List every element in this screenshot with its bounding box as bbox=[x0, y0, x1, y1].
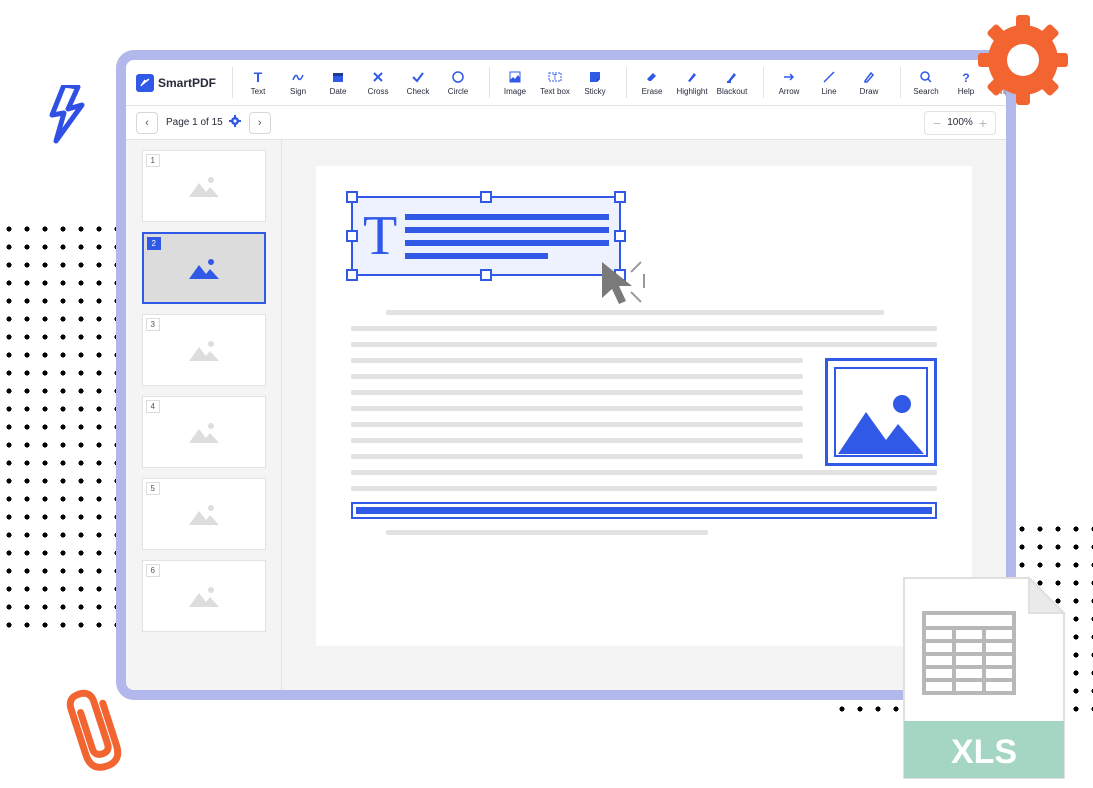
selected-text-line[interactable] bbox=[351, 502, 937, 519]
textbox-icon: T bbox=[547, 69, 563, 85]
highlight-icon bbox=[684, 69, 700, 85]
logo-icon bbox=[136, 74, 154, 92]
selected-text-element[interactable]: T bbox=[351, 196, 621, 276]
svg-text:T: T bbox=[553, 73, 558, 82]
tool-draw[interactable]: Draw bbox=[850, 67, 888, 98]
check-icon bbox=[410, 69, 426, 85]
prev-page-button[interactable]: ‹ bbox=[136, 112, 158, 134]
resize-handle-tr[interactable] bbox=[614, 191, 626, 203]
thumbnail-3[interactable]: 3 bbox=[142, 314, 266, 386]
body-text-lines bbox=[351, 530, 937, 535]
zoom-control: − 100% + bbox=[924, 111, 996, 135]
tool-arrow[interactable]: Arrow bbox=[770, 67, 808, 98]
text-content-lines bbox=[405, 214, 609, 259]
line-icon bbox=[821, 69, 837, 85]
body-text-lines bbox=[351, 310, 937, 347]
tool-sign[interactable]: Sign bbox=[279, 67, 317, 98]
toolbar: SmartPDF TText Sign Date Cross Check Cir… bbox=[126, 60, 1006, 106]
tool-cross[interactable]: Cross bbox=[359, 67, 397, 98]
gear-icon bbox=[978, 15, 1068, 105]
tool-textbox[interactable]: TText box bbox=[536, 67, 574, 98]
page-settings-icon[interactable] bbox=[229, 115, 241, 130]
svg-text:?: ? bbox=[962, 71, 969, 84]
circle-icon bbox=[450, 69, 466, 85]
subbar: ‹ Page 1 of 15 › − 100% + bbox=[126, 106, 1006, 140]
thumbnail-2[interactable]: 2 bbox=[142, 232, 266, 304]
image-placeholder-icon bbox=[836, 390, 926, 455]
image-element[interactable] bbox=[825, 358, 937, 466]
cross-icon bbox=[370, 69, 386, 85]
thumbnail-5[interactable]: 5 bbox=[142, 478, 266, 550]
image-icon bbox=[507, 69, 523, 85]
help-icon: ? bbox=[958, 69, 974, 85]
app-window: SmartPDF TText Sign Date Cross Check Cir… bbox=[116, 50, 1016, 700]
resize-handle-mr[interactable] bbox=[614, 230, 626, 242]
search-icon bbox=[918, 69, 934, 85]
resize-handle-ml[interactable] bbox=[346, 230, 358, 242]
cursor-icon bbox=[598, 258, 644, 310]
tool-blackout[interactable]: Blackout bbox=[713, 67, 751, 98]
image-placeholder-icon bbox=[189, 175, 219, 197]
sign-icon bbox=[290, 69, 306, 85]
erase-icon bbox=[644, 69, 660, 85]
thumbnail-6[interactable]: 6 bbox=[142, 560, 266, 632]
tool-text[interactable]: TText bbox=[239, 67, 277, 98]
thumbnail-sidebar[interactable]: 1 2 3 4 5 6 bbox=[126, 140, 282, 690]
svg-text:XLS: XLS bbox=[951, 733, 1017, 771]
document-page[interactable]: T bbox=[316, 166, 972, 646]
text-glyph: T bbox=[363, 208, 397, 264]
body-text-lines bbox=[351, 358, 803, 459]
body-text-lines bbox=[351, 470, 937, 491]
app-name: SmartPDF bbox=[158, 76, 216, 90]
tool-highlight[interactable]: Highlight bbox=[673, 67, 711, 98]
tool-search[interactable]: Search bbox=[907, 67, 945, 98]
xls-file-icon: XLS bbox=[899, 573, 1069, 788]
tool-image[interactable]: Image bbox=[496, 67, 534, 98]
zoom-level: 100% bbox=[947, 117, 973, 128]
tool-date[interactable]: Date bbox=[319, 67, 357, 98]
date-icon bbox=[330, 69, 346, 85]
blackout-icon bbox=[724, 69, 740, 85]
resize-handle-bc[interactable] bbox=[480, 269, 492, 281]
image-placeholder-icon bbox=[189, 421, 219, 443]
app-logo[interactable]: SmartPDF bbox=[136, 74, 216, 92]
thumbnail-4[interactable]: 4 bbox=[142, 396, 266, 468]
resize-handle-bl[interactable] bbox=[346, 269, 358, 281]
tool-line[interactable]: Line bbox=[810, 67, 848, 98]
tool-circle[interactable]: Circle bbox=[439, 67, 477, 98]
image-placeholder-icon bbox=[189, 339, 219, 361]
draw-icon bbox=[861, 69, 877, 85]
paperclip-icon bbox=[63, 683, 128, 778]
sticky-icon bbox=[587, 69, 603, 85]
svg-text:T: T bbox=[254, 70, 263, 84]
image-placeholder-icon bbox=[189, 257, 219, 279]
text-icon: T bbox=[250, 69, 266, 85]
resize-handle-tc[interactable] bbox=[480, 191, 492, 203]
tool-check[interactable]: Check bbox=[399, 67, 437, 98]
next-page-button[interactable]: › bbox=[249, 112, 271, 134]
image-placeholder-icon bbox=[189, 585, 219, 607]
canvas-area: T bbox=[282, 140, 1006, 690]
image-placeholder-icon bbox=[189, 503, 219, 525]
zoom-in-button[interactable]: + bbox=[979, 116, 987, 130]
tool-erase[interactable]: Erase bbox=[633, 67, 671, 98]
resize-handle-tl[interactable] bbox=[346, 191, 358, 203]
zoom-out-button[interactable]: − bbox=[933, 116, 941, 130]
thumbnail-1[interactable]: 1 bbox=[142, 150, 266, 222]
page-indicator: Page 1 of 15 bbox=[166, 115, 241, 130]
lightning-icon bbox=[44, 85, 92, 147]
arrow-icon bbox=[781, 69, 797, 85]
tool-sticky[interactable]: Sticky bbox=[576, 67, 614, 98]
